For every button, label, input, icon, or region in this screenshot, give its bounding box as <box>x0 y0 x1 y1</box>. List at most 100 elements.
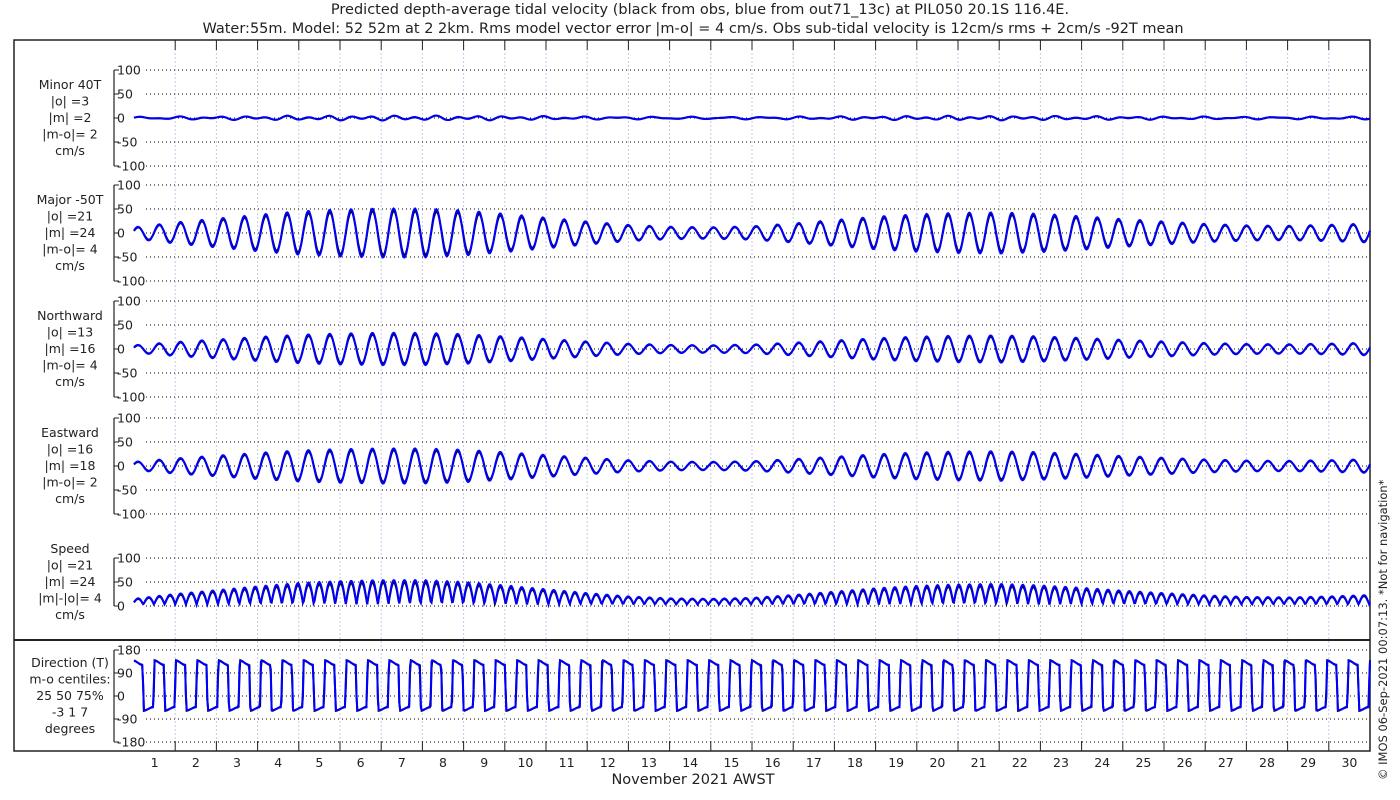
panel-label-line: cm/s <box>55 491 85 506</box>
y-tick-label: 50 <box>117 435 133 450</box>
panel-eastward: Eastward |o| =16|m| =18 |m-o|= 2cm/s 100 50 0… <box>41 411 1371 522</box>
panel-label-line: |o| =3 <box>51 94 89 109</box>
panel-label-line: Minor 40T <box>39 77 102 92</box>
panel-label-line: |m-o|= 4 <box>42 242 97 257</box>
x-tick-label: 8 <box>439 755 447 770</box>
y-tick-label: 100 <box>117 178 141 193</box>
x-tick-label: 7 <box>398 755 406 770</box>
panel-label-line: m-o centiles: <box>29 672 110 687</box>
x-tick-label: 2 <box>192 755 200 770</box>
y-tick-label: 0 <box>117 689 125 704</box>
y-tick-label: 100 <box>117 63 141 78</box>
x-tick-label: 15 <box>723 755 739 770</box>
y-tick-label: 50 <box>117 318 133 333</box>
x-tick-label: 16 <box>765 755 781 770</box>
panel-label-line: cm/s <box>55 607 85 622</box>
panel-label-line: |m| =16 <box>45 341 96 356</box>
y-tick-label: 100 <box>117 551 141 566</box>
panel-label-line: |m-o|= 2 <box>42 475 97 490</box>
x-tick-label: 9 <box>480 755 488 770</box>
x-tick-label: 29 <box>1300 755 1316 770</box>
x-tick-label: 25 <box>1135 755 1151 770</box>
panel-label-line: |o| =13 <box>47 325 93 340</box>
panel-label-line: |m|-|o|= 4 <box>38 591 102 606</box>
panel-major: Major -50T |o| =21|m| =24 |m-o|= 4cm/s 100 5… <box>37 178 1371 289</box>
panel-label-line: cm/s <box>55 258 85 273</box>
panel-label-line: |m| =2 <box>49 110 92 125</box>
y-tick-label: -50 <box>117 483 137 498</box>
x-axis-label: November 2021 AWST <box>611 772 774 788</box>
copyright-notice: © IMOS 06-Sep-2021 00:07:13. *Not for na… <box>1376 479 1390 780</box>
y-tick-label: 180 <box>117 643 141 658</box>
panel-label-line: 25 50 75% <box>36 688 104 703</box>
panel-label-line: cm/s <box>55 143 85 158</box>
chart-title-line2: Water:55m. Model: 52 52m at 2 2km. Rms m… <box>202 21 1183 37</box>
panel-label-line: |m| =24 <box>45 225 96 240</box>
x-tick-label: 1 <box>151 755 159 770</box>
y-tick-label: 90 <box>117 666 133 681</box>
plot-frame <box>13 39 1371 752</box>
y-tick-label: 100 <box>117 294 141 309</box>
y-tick-label: -100 <box>117 390 145 405</box>
panel-label-line: |o| =21 <box>47 209 93 224</box>
y-tick-label: -180 <box>117 735 145 750</box>
y-tick-label: -50 <box>117 135 137 150</box>
x-tick-label: 24 <box>1094 755 1110 770</box>
x-tick-label: 22 <box>1012 755 1028 770</box>
panel-label-line: |m-o|= 2 <box>42 127 97 142</box>
x-tick-label: 10 <box>517 755 533 770</box>
x-tick-label: 6 <box>357 755 365 770</box>
x-tick-label: 30 <box>1341 755 1357 770</box>
x-tick-label: 5 <box>315 755 323 770</box>
y-tick-label: -100 <box>117 159 145 174</box>
x-tick-label: 3 <box>233 755 241 770</box>
y-tick-label: -50 <box>117 250 137 265</box>
y-tick-label: 50 <box>117 87 133 102</box>
panel-label-line: Eastward <box>41 425 99 440</box>
x-tick-label: 21 <box>971 755 987 770</box>
chart-title-line1: Predicted depth-average tidal velocity (… <box>331 2 1069 18</box>
x-tick-label: 13 <box>641 755 657 770</box>
panel-label-line: |o| =16 <box>47 442 93 457</box>
panel-label-line: |m-o|= 4 <box>42 358 97 373</box>
panel-label-line: Speed <box>50 541 89 556</box>
x-tick-label: 17 <box>806 755 822 770</box>
panel-speed: Speed |o| =21|m| =24 |m|-|o|= 4cm/s 100 50 0 <box>38 541 1371 622</box>
day-gridlines <box>174 41 1330 750</box>
y-tick-label: 100 <box>117 411 141 426</box>
x-tick-label: 20 <box>929 755 945 770</box>
panel-label-line: |o| =21 <box>47 558 93 573</box>
y-tick-label: -100 <box>117 274 145 289</box>
x-tick-label: 12 <box>600 755 616 770</box>
x-tick-label: 26 <box>1177 755 1193 770</box>
x-tick-label: 19 <box>888 755 904 770</box>
x-tick-label: 18 <box>847 755 863 770</box>
y-tick-label: 0 <box>117 459 125 474</box>
panel-label-line: |m| =24 <box>45 574 96 589</box>
y-tick-label: 0 <box>117 342 125 357</box>
panel-label-line: Northward <box>37 308 103 323</box>
y-tick-label: 0 <box>117 226 125 241</box>
panel-direction: Direction (T) m-o centiles:25 50 75% -3 1 … <box>29 643 1371 750</box>
y-tick-label: -50 <box>117 366 137 381</box>
tidal-velocity-chart: Predicted depth-average tidal velocity (… <box>13 2 1390 788</box>
panel-label-line: |m| =18 <box>45 458 96 473</box>
panel-label-line: Major -50T <box>37 192 104 207</box>
panel-minor: Minor 40T |o| =3|m| =2 |m-o|= 2cm/s 100 50 0 -… <box>39 63 1371 174</box>
panel-label-line: degrees <box>45 721 95 736</box>
x-tick-label: 27 <box>1218 755 1234 770</box>
y-tick-label: -90 <box>117 712 137 727</box>
x-tick-label: 28 <box>1259 755 1275 770</box>
panel-label-line: -3 1 7 <box>52 705 88 720</box>
panel-northward: Northward |o| =13|m| =16 |m-o|= 4cm/s 100 50… <box>37 294 1371 405</box>
y-tick-label: 50 <box>117 202 133 217</box>
panel-label-line: cm/s <box>55 374 85 389</box>
y-tick-label: 0 <box>117 599 125 614</box>
x-tick-label: 4 <box>274 755 282 770</box>
panel-label-line: Direction (T) <box>31 655 109 670</box>
x-tick-label: 11 <box>559 755 575 770</box>
y-tick-label: 50 <box>117 575 133 590</box>
panels: Minor 40T|o| =3|m| =2|m-o|= 2cm/s100500-… <box>29 63 1371 750</box>
x-tick-label: 23 <box>1053 755 1069 770</box>
y-tick-label: -100 <box>117 507 145 522</box>
